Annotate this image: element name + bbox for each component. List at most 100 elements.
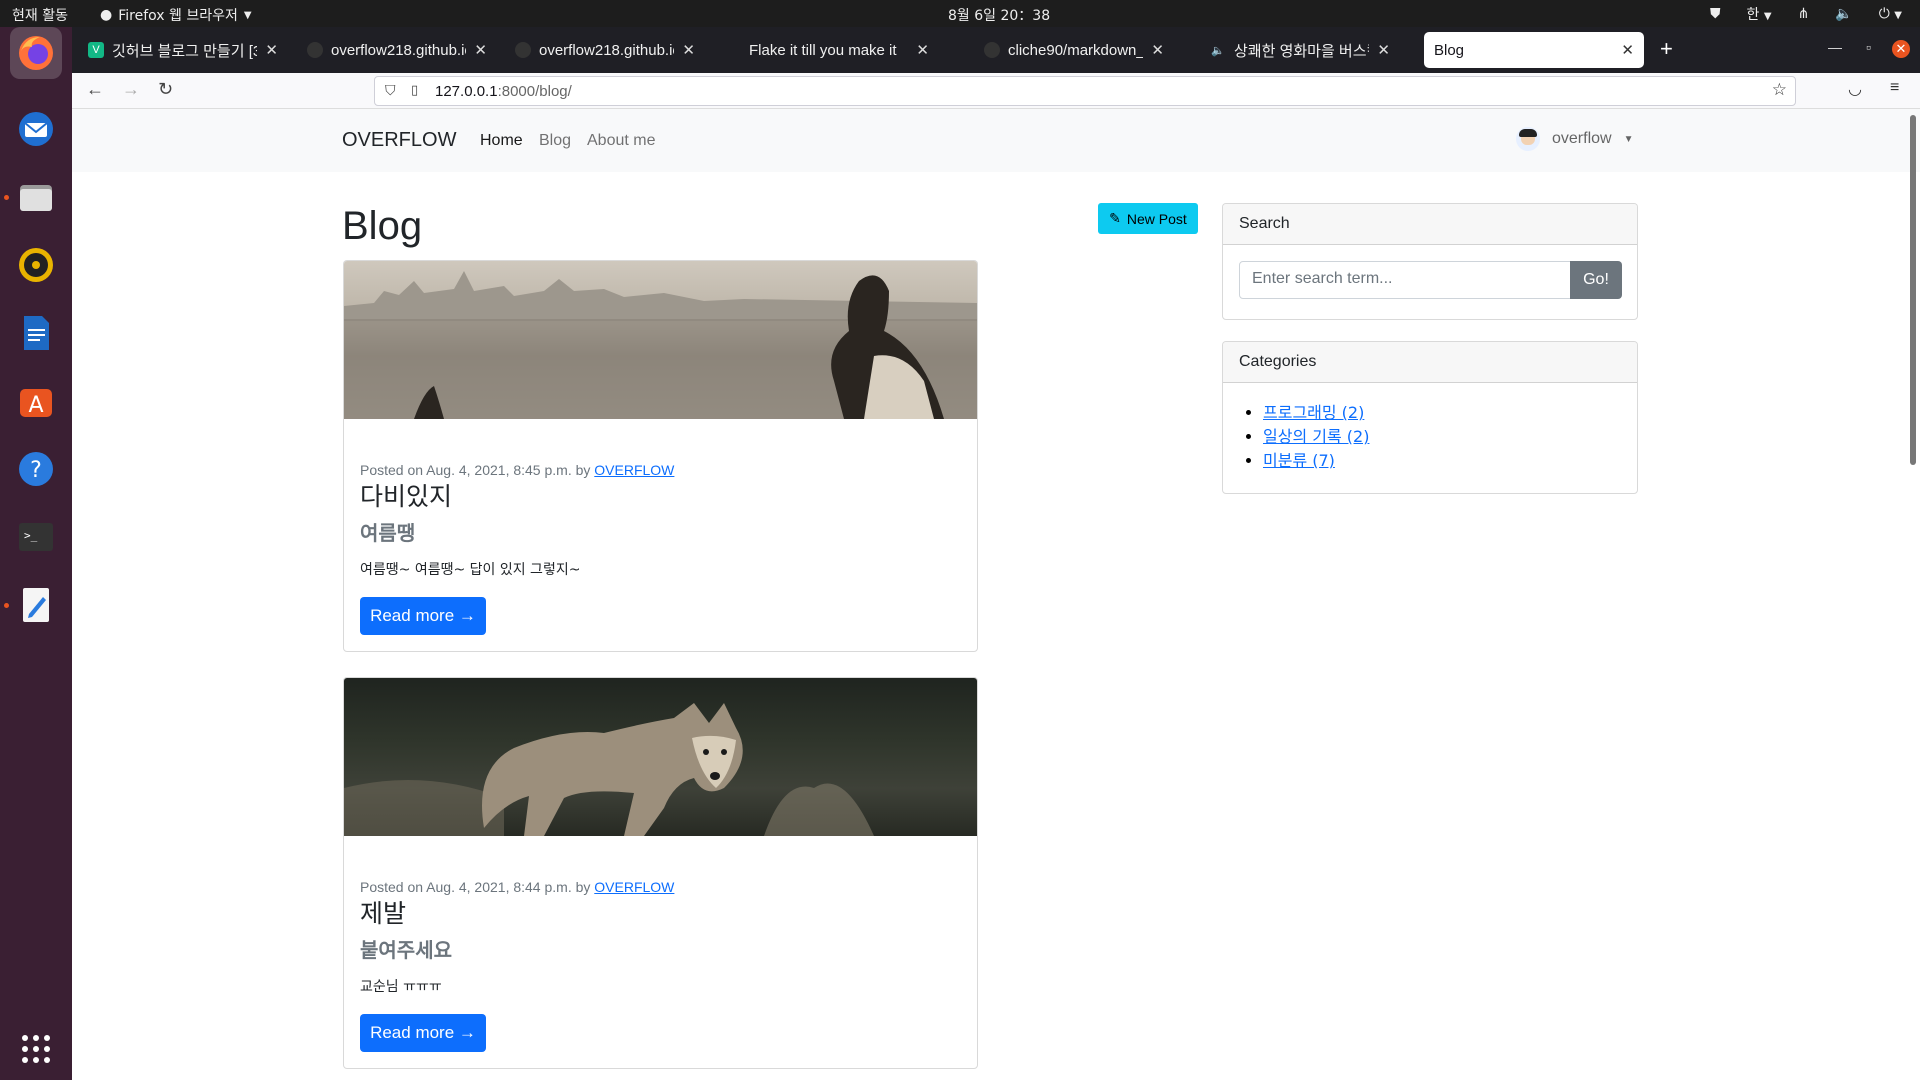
tab-flake[interactable]: Flake it till you make it ✕ (739, 32, 939, 68)
site-brand[interactable]: OVERFLOW (342, 129, 456, 152)
new-post-button[interactable]: ✎ New Post (1098, 203, 1198, 234)
category-link-programming[interactable]: 프로그래밍 (2) (1263, 403, 1364, 422)
svg-text:?: ? (30, 458, 42, 483)
post-excerpt: 여름땡~ 여름땡~ 답이 있지 그렇지~ (360, 562, 581, 578)
categories-heading: Categories (1223, 342, 1637, 383)
read-more-button[interactable]: Read more → (360, 1014, 486, 1052)
post-subtitle: 붙여주세요 (360, 938, 452, 962)
speaker-icon: 🔈 (1211, 44, 1225, 57)
site-navbar: OVERFLOW Home Blog About me overflow ▼ (72, 109, 1920, 172)
chevron-down-icon: ▼ (1623, 133, 1634, 145)
power-icon[interactable]: ⏻ ▼ (1879, 6, 1902, 22)
close-tab-icon[interactable]: ✕ (1621, 41, 1634, 59)
close-tab-icon[interactable]: ✕ (1377, 41, 1390, 59)
page-scrollbar[interactable] (1910, 115, 1916, 465)
search-heading: Search (1223, 204, 1637, 245)
firefox-dock-icon[interactable] (10, 27, 62, 79)
page-info-icon[interactable]: ▯ (411, 82, 418, 98)
post-image (344, 678, 977, 836)
terminal-dock-icon[interactable]: >_ (10, 511, 62, 563)
avatar (1516, 127, 1540, 151)
app-menu-label: Firefox 웹 브라우저 (118, 8, 238, 24)
volume-icon[interactable]: 🔈 (1835, 6, 1852, 22)
nav-about-me[interactable]: About me (587, 132, 655, 150)
close-tab-icon[interactable]: ✕ (682, 41, 695, 59)
tab-busking[interactable]: 🔈 상쾌한 영화마을 버스킹 : ✕ (1200, 32, 1400, 68)
app-menu[interactable]: ● Firefox 웹 브라우저 ▼ (100, 5, 252, 25)
category-link-daily-log[interactable]: 일상의 기록 (2) (1263, 427, 1369, 446)
search-input[interactable]: Enter search term... (1239, 261, 1571, 299)
github-icon (515, 42, 531, 58)
firefox-icon: ● (100, 7, 113, 23)
files-dock-icon[interactable] (10, 171, 62, 223)
user-dropdown[interactable]: overflow ▼ (1516, 127, 1633, 151)
nav-blog[interactable]: Blog (539, 132, 571, 150)
browser-toolbar: ← → ↻ ⛉ ▯ 127.0.0.1:8000/blog/ ☆ ◡ ≡ (72, 73, 1920, 109)
tab-strip: V 깃허브 블로그 만들기 [3] - g ✕ overflow218.gith… (72, 27, 1920, 73)
tracking-shield-icon[interactable]: ⛉ (385, 82, 396, 99)
shield-icon[interactable]: ⛊ (1710, 6, 1721, 22)
read-more-button[interactable]: Read more → (360, 597, 486, 635)
input-method-indicator[interactable]: 한 ▼ (1747, 4, 1772, 24)
maximize-button[interactable]: ▫ (1866, 39, 1871, 55)
search-widget: Search Enter search term... Go! (1222, 203, 1638, 320)
writer-dock-icon[interactable] (10, 307, 62, 359)
forward-button[interactable]: → (122, 79, 140, 100)
close-tab-icon[interactable]: ✕ (916, 41, 929, 59)
post-meta: Posted on Aug. 4, 2021, 8:45 p.m. by OVE… (360, 462, 675, 478)
github-icon (307, 42, 323, 58)
tab-github-1[interactable]: overflow218.github.io/_p ✕ (297, 32, 497, 68)
close-tab-icon[interactable]: ✕ (1151, 41, 1164, 59)
svg-text:A: A (28, 393, 43, 418)
tab-blog[interactable]: Blog ✕ (1424, 32, 1644, 68)
user-name: overflow (1552, 130, 1612, 147)
software-dock-icon[interactable]: A (10, 375, 62, 427)
category-link-uncategorized[interactable]: 미분류 (7) (1263, 451, 1335, 470)
thunderbird-dock-icon[interactable] (10, 103, 62, 155)
pocket-icon[interactable]: ◡ (1848, 79, 1862, 99)
rhythmbox-dock-icon[interactable] (10, 239, 62, 291)
tab-github-2[interactable]: overflow218.github.io/RE ✕ (505, 32, 705, 68)
close-tab-icon[interactable]: ✕ (265, 41, 278, 59)
category-item: 일상의 기록 (2) (1263, 425, 1621, 449)
author-link[interactable]: OVERFLOW (594, 879, 674, 895)
pencil-icon: ✎ (1109, 210, 1121, 226)
post-title[interactable]: 제발 (360, 894, 406, 930)
reload-button[interactable]: ↻ (158, 79, 173, 100)
velog-icon: V (88, 42, 104, 58)
url-text[interactable]: 127.0.0.1:8000/blog/ (435, 83, 572, 100)
chevron-down-icon: ▼ (243, 9, 252, 21)
category-item: 미분류 (7) (1263, 449, 1621, 473)
category-item: 프로그래밍 (2) (1263, 401, 1621, 425)
post-card: Posted on Aug. 4, 2021, 8:45 p.m. by OVE… (343, 260, 978, 652)
address-bar[interactable]: ⛉ ▯ 127.0.0.1:8000/blog/ ☆ (374, 76, 1796, 106)
minimize-button[interactable]: — (1828, 39, 1842, 55)
back-button[interactable]: ← (86, 79, 104, 100)
window-close-button[interactable]: ✕ (1892, 40, 1910, 58)
network-icon[interactable]: ⋔ (1798, 6, 1810, 22)
show-apps-icon[interactable] (10, 1023, 62, 1075)
help-dock-icon[interactable]: ? (10, 443, 62, 495)
page-viewport: OVERFLOW Home Blog About me overflow ▼ B… (72, 109, 1920, 1080)
search-go-button[interactable]: Go! (1570, 261, 1622, 299)
tab-velog[interactable]: V 깃허브 블로그 만들기 [3] - g ✕ (78, 32, 288, 68)
post-subtitle: 여름땡 (360, 521, 416, 545)
menu-icon[interactable]: ≡ (1890, 79, 1899, 97)
clock[interactable]: 8월 6일 20：38 (948, 5, 1050, 25)
svg-text:>_: >_ (24, 529, 38, 542)
system-top-bar: 현재 활동 ● Firefox 웹 브라우저 ▼ 8월 6일 20：38 ⛊ 한… (0, 0, 1920, 27)
nav-home[interactable]: Home (480, 132, 523, 150)
category-list: 프로그래밍 (2) 일상의 기록 (2) 미분류 (7) (1223, 383, 1637, 493)
post-title[interactable]: 다비있지 (360, 477, 452, 513)
post-image (344, 261, 977, 419)
text-editor-dock-icon[interactable] (10, 579, 62, 631)
system-tray[interactable]: ⛊ 한 ▼ ⋔ 🔈 ⏻ ▼ (1710, 4, 1902, 24)
close-tab-icon[interactable]: ✕ (474, 41, 487, 59)
bookmark-star-icon[interactable]: ☆ (1772, 80, 1787, 100)
new-tab-button[interactable]: + (1660, 36, 1673, 62)
author-link[interactable]: OVERFLOW (594, 462, 674, 478)
tab-markdown-tuto[interactable]: cliche90/markdown_tuto ✕ (974, 32, 1174, 68)
dock: A ? >_ (0, 27, 72, 1080)
activities-button[interactable]: 현재 활동 (12, 5, 68, 25)
page-title: Blog (342, 204, 423, 248)
